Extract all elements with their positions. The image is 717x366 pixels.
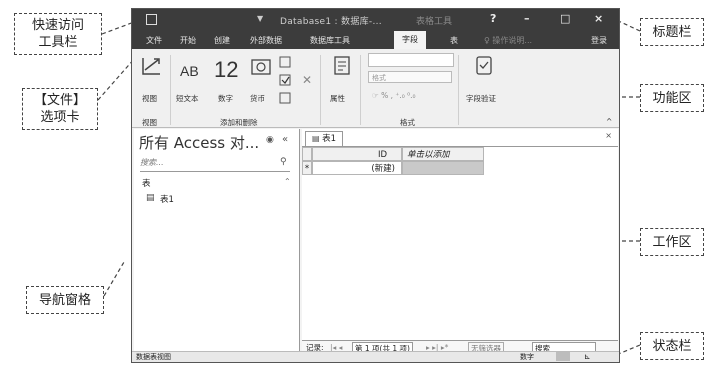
short-text-icon[interactable]: AB: [180, 63, 199, 79]
group-add-delete-label: 添加和删除: [220, 118, 258, 127]
collapse-nav-icon[interactable]: «: [282, 134, 288, 145]
number-icon[interactable]: 12: [214, 57, 238, 83]
status-view-text: 数据表视图: [136, 353, 171, 361]
new-row-marker[interactable]: *: [302, 161, 312, 175]
ribbon-separator: [170, 55, 171, 125]
group-collapse-icon[interactable]: ⌃: [284, 177, 291, 186]
status-bar: 数据表视图 数字 ⊾: [132, 351, 619, 362]
column-header-click-to-add[interactable]: 单击以添加: [402, 147, 484, 161]
save-icon[interactable]: [146, 14, 157, 25]
new-row-add-cell[interactable]: [402, 161, 484, 175]
delete-icon[interactable]: ✕: [302, 73, 312, 87]
tab-create[interactable]: 创建: [214, 35, 230, 46]
tab-database-tools[interactable]: 数据库工具: [310, 35, 350, 46]
field-validation-icon[interactable]: [474, 55, 494, 77]
tab-file[interactable]: 文件: [146, 35, 162, 46]
ribbon-separator: [360, 55, 361, 125]
window-title: Database1 : 数据库-...: [280, 17, 382, 27]
help-button[interactable]: ?: [490, 12, 496, 25]
search-icon[interactable]: ⚲: [280, 157, 287, 167]
leader-nav-pane: [103, 261, 125, 297]
group-formatting-label: 格式: [400, 118, 415, 127]
title-bar: ▼ Database1 : 数据库-... 表格工具 ? – □ ×: [132, 9, 619, 31]
view-icon[interactable]: [140, 55, 162, 77]
collapse-ribbon-button[interactable]: ^: [606, 117, 612, 126]
view-button-label[interactable]: 视图: [142, 93, 157, 104]
currency-label[interactable]: 货币: [250, 93, 265, 104]
ribbon: 视图 AB 短文本 12 数字 货币 ✕ 属性 格式 ☞ % , ⁺.₀ ⁰.₀…: [132, 49, 619, 128]
field-validation-label[interactable]: 字段验证: [466, 93, 496, 104]
design-view-icon[interactable]: ⊾: [584, 352, 591, 362]
document-tab-label: 表1: [322, 134, 337, 144]
nav-menu-icon[interactable]: ◉: [266, 135, 274, 145]
number-label[interactable]: 数字: [218, 93, 233, 104]
context-tab-title: 表格工具: [416, 17, 453, 27]
nav-group-header[interactable]: 表: [142, 177, 151, 189]
properties-icon[interactable]: [332, 55, 352, 77]
currency-icon[interactable]: [250, 57, 272, 79]
navigation-pane: 所有 Access 对... ◉ « 搜索... ⚲ 表 ⌃ ▤ 表1: [134, 129, 300, 355]
sign-in-link[interactable]: 登录: [591, 35, 607, 46]
table-icon: ▤: [146, 193, 155, 203]
close-button[interactable]: ×: [594, 12, 603, 25]
new-record-cell[interactable]: (新建): [312, 161, 402, 175]
format-dropdown[interactable]: 格式: [368, 71, 452, 83]
nav-item-table[interactable]: 表1: [160, 193, 174, 205]
tab-fields[interactable]: 字段: [394, 31, 426, 49]
tab-home[interactable]: 开始: [180, 35, 196, 46]
short-text-label[interactable]: 短文本: [176, 93, 199, 104]
table-icon: ▤: [312, 134, 323, 143]
tab-table[interactable]: 表: [450, 35, 458, 46]
tell-me-search[interactable]: ♀ 操作说明...: [484, 35, 532, 46]
nav-search-input[interactable]: 搜索...: [140, 157, 290, 172]
tab-external-data[interactable]: 外部数据: [250, 35, 282, 46]
row-selector-header[interactable]: [302, 147, 312, 161]
access-window: ▼ Database1 : 数据库-... 表格工具 ? – □ × 文件 开始…: [131, 8, 620, 363]
minimize-button[interactable]: –: [524, 12, 530, 25]
datasheet-view-icon[interactable]: [556, 352, 570, 361]
column-header-id[interactable]: ID: [312, 147, 402, 161]
properties-label[interactable]: 属性: [330, 93, 345, 104]
ribbon-tab-bar: 文件 开始 创建 外部数据 数据库工具 字段 表 ♀ 操作说明... 登录: [132, 31, 619, 49]
status-mode-text: 数字: [520, 353, 534, 361]
close-document-icon[interactable]: ×: [605, 131, 612, 140]
document-tab[interactable]: ▤ 表1: [305, 131, 344, 146]
qat-customize-arrow[interactable]: ▼: [257, 14, 263, 23]
data-type-dropdown[interactable]: [368, 53, 454, 67]
work-area: ▤ 表1 × ID 单击以添加 * (新建) 记录: |◂ ◂ 第 1 项(共 …: [302, 129, 618, 355]
group-views-label: 视图: [142, 118, 157, 127]
number-format-buttons[interactable]: ☞ % , ⁺.₀ ⁰.₀: [372, 91, 416, 100]
ribbon-separator: [458, 55, 459, 125]
nav-pane-title[interactable]: 所有 Access 对...: [139, 132, 259, 153]
more-fields-icons[interactable]: [278, 55, 292, 107]
ribbon-separator: [320, 55, 321, 125]
maximize-button[interactable]: □: [560, 12, 570, 25]
